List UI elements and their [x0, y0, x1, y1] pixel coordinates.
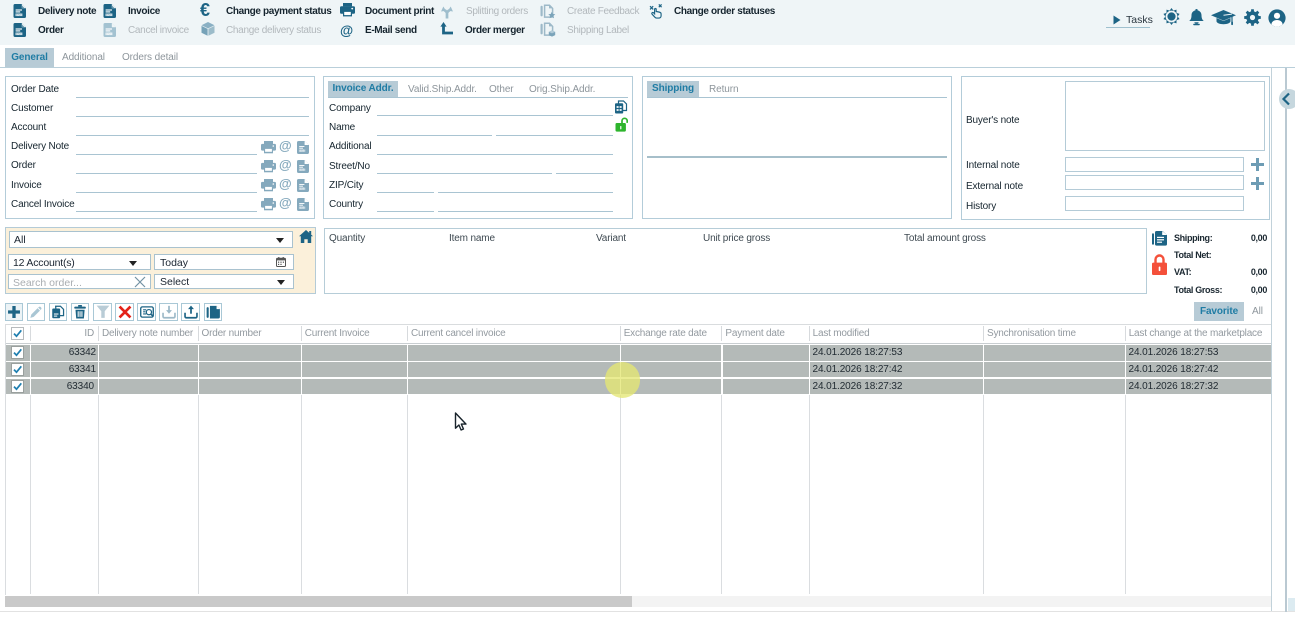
svg-text:123: 123 [300, 168, 305, 172]
svg-text:123: 123 [300, 206, 305, 210]
svg-text:123: 123 [300, 187, 305, 191]
svg-text:123: 123 [16, 13, 22, 17]
svg-text:123: 123 [106, 32, 112, 36]
svg-text:123: 123 [300, 149, 305, 153]
svg-text:123: 123 [106, 13, 112, 17]
svg-text:123: 123 [16, 32, 22, 36]
